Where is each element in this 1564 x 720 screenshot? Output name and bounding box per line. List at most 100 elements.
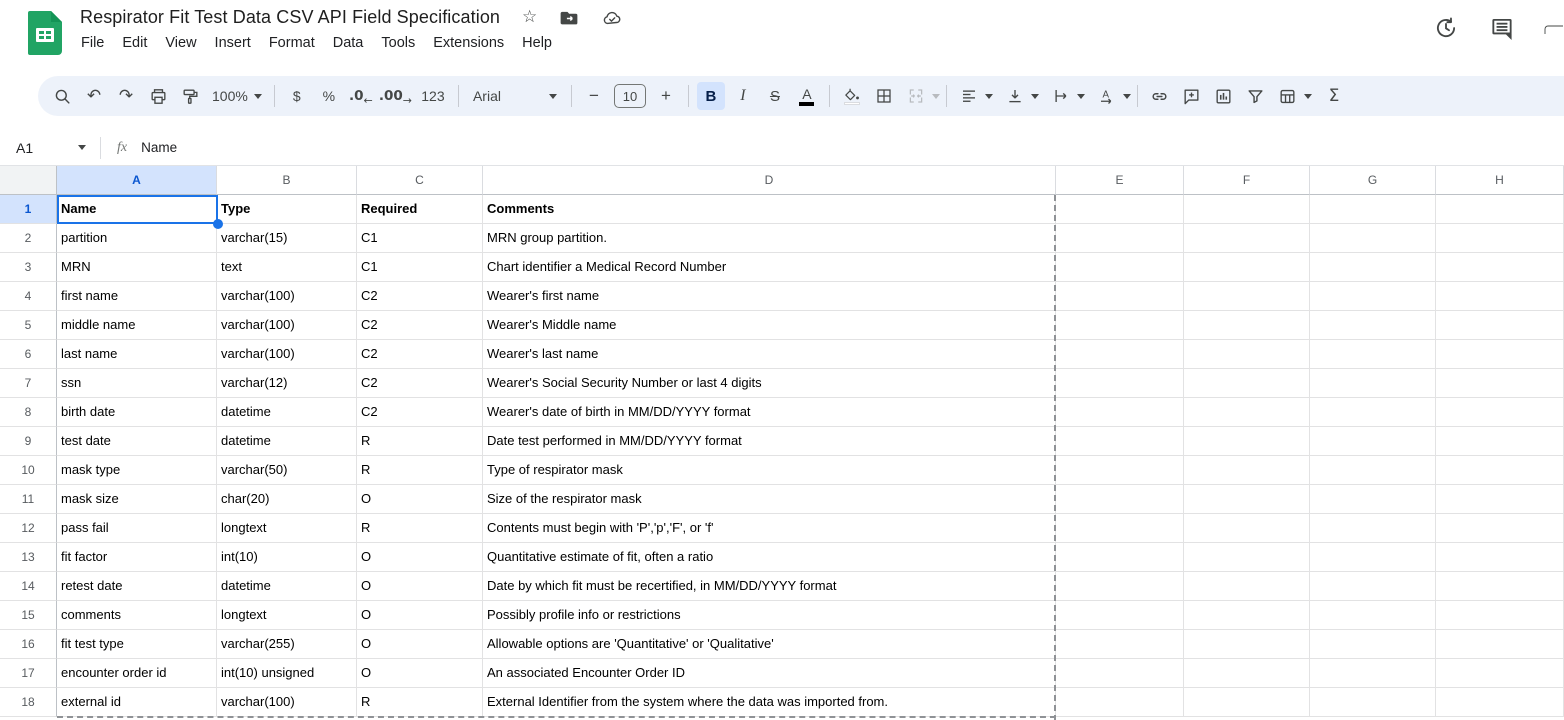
column-header-G[interactable]: G bbox=[1310, 166, 1436, 195]
cell-F14[interactable] bbox=[1184, 572, 1310, 601]
insert-comment-button[interactable] bbox=[1178, 82, 1206, 110]
cell-H16[interactable] bbox=[1436, 630, 1564, 659]
cell-D17[interactable]: An associated Encounter Order ID bbox=[483, 659, 1056, 688]
cell-B1[interactable]: Type bbox=[217, 195, 357, 224]
cell-H10[interactable] bbox=[1436, 456, 1564, 485]
cell-H9[interactable] bbox=[1436, 427, 1564, 456]
cell-A4[interactable]: first name bbox=[57, 282, 217, 311]
cell-C12[interactable]: R bbox=[357, 514, 483, 543]
merge-dropdown-icon[interactable] bbox=[932, 94, 940, 99]
cell-B4[interactable]: varchar(100) bbox=[217, 282, 357, 311]
cell-A11[interactable]: mask size bbox=[57, 485, 217, 514]
cell-D13[interactable]: Quantitative estimate of fit, often a ra… bbox=[483, 543, 1056, 572]
cell-E10[interactable] bbox=[1056, 456, 1184, 485]
cell-F9[interactable] bbox=[1184, 427, 1310, 456]
text-rotation-button[interactable]: A bbox=[1093, 82, 1121, 110]
cell-D9[interactable]: Date test performed in MM/DD/YYYY format bbox=[483, 427, 1056, 456]
italic-button[interactable]: I bbox=[729, 82, 757, 110]
bold-button[interactable]: B bbox=[697, 82, 725, 110]
cell-C10[interactable]: R bbox=[357, 456, 483, 485]
cell-H11[interactable] bbox=[1436, 485, 1564, 514]
cell-A15[interactable]: comments bbox=[57, 601, 217, 630]
cell-H3[interactable] bbox=[1436, 253, 1564, 282]
cell-A18[interactable]: external id bbox=[57, 688, 217, 717]
row-header-4[interactable]: 4 bbox=[0, 282, 57, 311]
cell-H18[interactable] bbox=[1436, 688, 1564, 717]
cell-G1[interactable] bbox=[1310, 195, 1436, 224]
move-folder-icon[interactable] bbox=[559, 8, 579, 28]
cell-F6[interactable] bbox=[1184, 340, 1310, 369]
vertical-align-button[interactable] bbox=[1001, 82, 1029, 110]
cell-F11[interactable] bbox=[1184, 485, 1310, 514]
column-header-F[interactable]: F bbox=[1184, 166, 1310, 195]
formula-input[interactable]: Name bbox=[141, 140, 177, 155]
cell-H8[interactable] bbox=[1436, 398, 1564, 427]
cell-A3[interactable]: MRN bbox=[57, 253, 217, 282]
cell-D5[interactable]: Wearer's Middle name bbox=[483, 311, 1056, 340]
cell-G2[interactable] bbox=[1310, 224, 1436, 253]
cell-A12[interactable]: pass fail bbox=[57, 514, 217, 543]
menu-extensions[interactable]: Extensions bbox=[424, 32, 513, 54]
name-box-dropdown-icon[interactable] bbox=[78, 145, 86, 150]
cell-C14[interactable]: O bbox=[357, 572, 483, 601]
cell-C3[interactable]: C1 bbox=[357, 253, 483, 282]
cell-C8[interactable]: C2 bbox=[357, 398, 483, 427]
row-header-15[interactable]: 15 bbox=[0, 601, 57, 630]
cell-D16[interactable]: Allowable options are 'Quantitative' or … bbox=[483, 630, 1056, 659]
cell-C17[interactable]: O bbox=[357, 659, 483, 688]
cell-C9[interactable]: R bbox=[357, 427, 483, 456]
row-header-7[interactable]: 7 bbox=[0, 369, 57, 398]
row-header-3[interactable]: 3 bbox=[0, 253, 57, 282]
cell-G14[interactable] bbox=[1310, 572, 1436, 601]
cell-D8[interactable]: Wearer's date of birth in MM/DD/YYYY for… bbox=[483, 398, 1056, 427]
cell-E2[interactable] bbox=[1056, 224, 1184, 253]
cell-B15[interactable]: longtext bbox=[217, 601, 357, 630]
cell-E13[interactable] bbox=[1056, 543, 1184, 572]
functions-button[interactable]: Σ bbox=[1320, 82, 1348, 110]
row-header-16[interactable]: 16 bbox=[0, 630, 57, 659]
format-currency-button[interactable]: $ bbox=[283, 82, 311, 110]
cell-G16[interactable] bbox=[1310, 630, 1436, 659]
cell-C15[interactable]: O bbox=[357, 601, 483, 630]
cell-B2[interactable]: varchar(15) bbox=[217, 224, 357, 253]
table-views-dropdown-icon[interactable] bbox=[1304, 94, 1312, 99]
text-wrap-button[interactable] bbox=[1047, 82, 1075, 110]
cell-B16[interactable]: varchar(255) bbox=[217, 630, 357, 659]
column-header-E[interactable]: E bbox=[1056, 166, 1184, 195]
cell-G7[interactable] bbox=[1310, 369, 1436, 398]
cell-A13[interactable]: fit factor bbox=[57, 543, 217, 572]
row-header-11[interactable]: 11 bbox=[0, 485, 57, 514]
cell-D6[interactable]: Wearer's last name bbox=[483, 340, 1056, 369]
borders-button[interactable] bbox=[870, 82, 898, 110]
cell-H15[interactable] bbox=[1436, 601, 1564, 630]
row-header-18[interactable]: 18 bbox=[0, 688, 57, 717]
cell-H1[interactable] bbox=[1436, 195, 1564, 224]
cell-E5[interactable] bbox=[1056, 311, 1184, 340]
menu-edit[interactable]: Edit bbox=[113, 32, 156, 54]
row-header-14[interactable]: 14 bbox=[0, 572, 57, 601]
cell-F16[interactable] bbox=[1184, 630, 1310, 659]
cell-E7[interactable] bbox=[1056, 369, 1184, 398]
column-header-H[interactable]: H bbox=[1436, 166, 1564, 195]
cell-G12[interactable] bbox=[1310, 514, 1436, 543]
cell-D4[interactable]: Wearer's first name bbox=[483, 282, 1056, 311]
cell-F18[interactable] bbox=[1184, 688, 1310, 717]
share-partial-icon[interactable] bbox=[1544, 14, 1564, 42]
font-size-input[interactable]: 10 bbox=[614, 84, 646, 108]
cell-A14[interactable]: retest date bbox=[57, 572, 217, 601]
more-formats-button[interactable]: 123 bbox=[416, 82, 450, 110]
comments-icon[interactable] bbox=[1488, 14, 1516, 42]
cell-D12[interactable]: Contents must begin with 'P','p','F', or… bbox=[483, 514, 1056, 543]
cell-C5[interactable]: C2 bbox=[357, 311, 483, 340]
paint-format-button[interactable] bbox=[176, 82, 204, 110]
cell-B5[interactable]: varchar(100) bbox=[217, 311, 357, 340]
cell-F5[interactable] bbox=[1184, 311, 1310, 340]
cell-E17[interactable] bbox=[1056, 659, 1184, 688]
cell-B3[interactable]: text bbox=[217, 253, 357, 282]
cell-C11[interactable]: O bbox=[357, 485, 483, 514]
column-header-C[interactable]: C bbox=[357, 166, 483, 195]
row-header-17[interactable]: 17 bbox=[0, 659, 57, 688]
cell-C1[interactable]: Required bbox=[357, 195, 483, 224]
text-rotation-dropdown-icon[interactable] bbox=[1123, 94, 1131, 99]
cell-F1[interactable] bbox=[1184, 195, 1310, 224]
